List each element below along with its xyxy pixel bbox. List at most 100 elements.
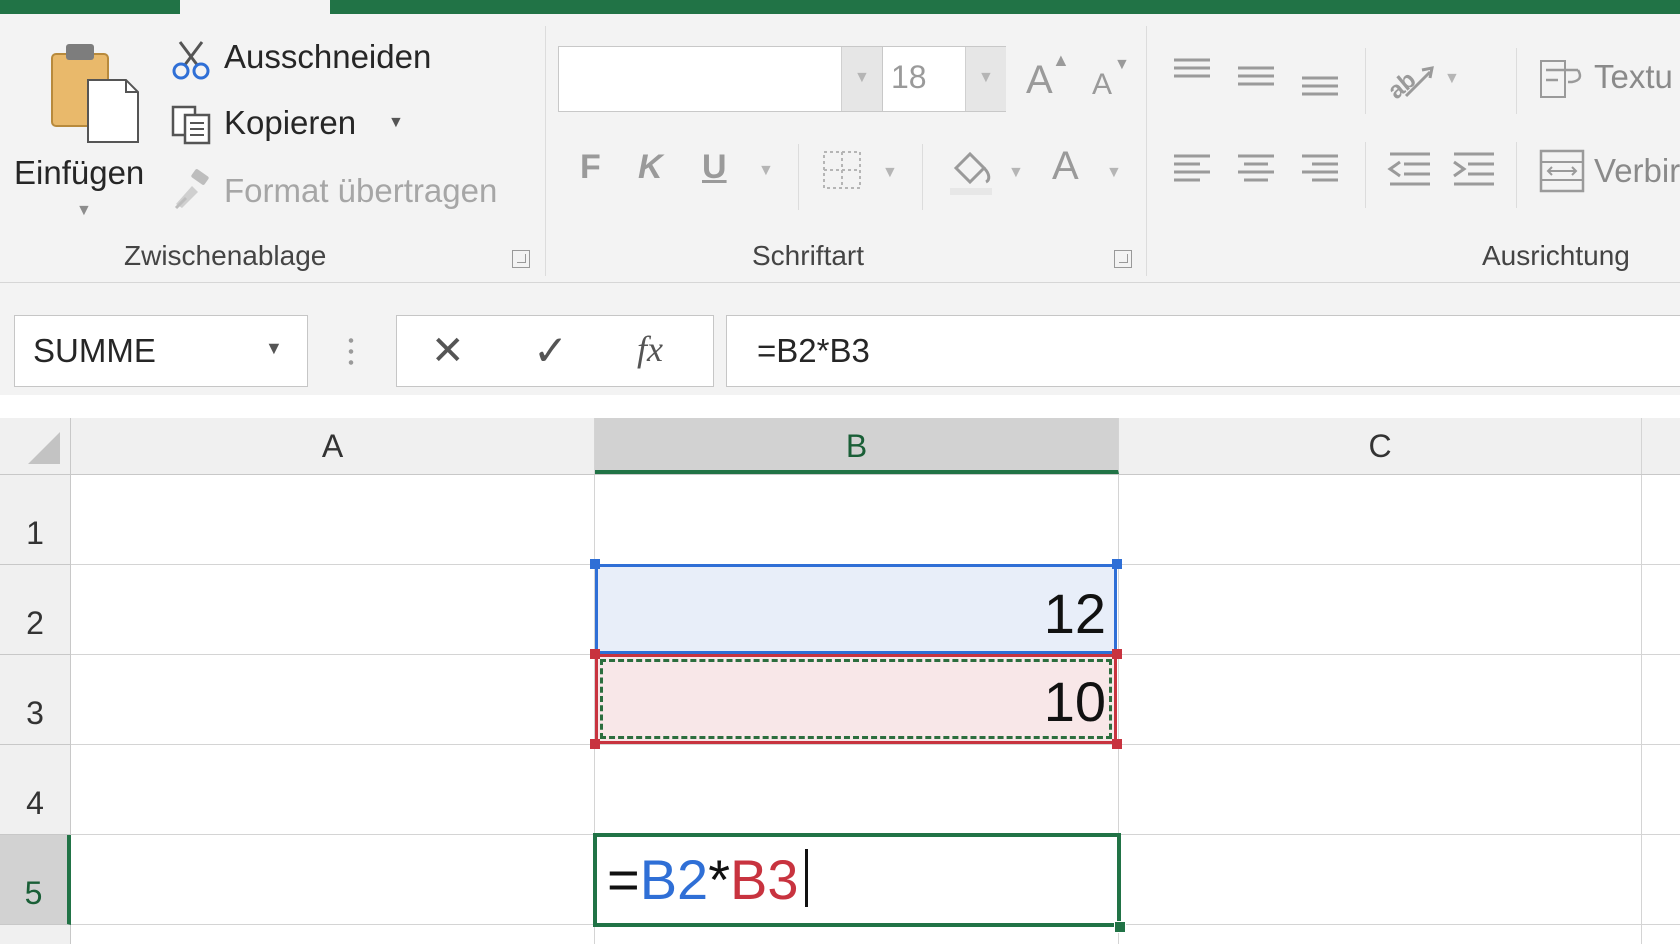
italic-button[interactable]: K bbox=[638, 148, 663, 187]
copy-button[interactable]: Kopieren ▼ bbox=[170, 102, 420, 148]
fill-color-icon[interactable] bbox=[946, 144, 996, 198]
font-color-dropdown-arrow[interactable]: ▼ bbox=[1106, 164, 1122, 182]
shrink-font-icon: A bbox=[1092, 68, 1113, 101]
active-cell-b5[interactable]: =B2*B3 bbox=[593, 833, 1121, 927]
tool-separator bbox=[1365, 48, 1366, 114]
formula-bar-grip-icon[interactable] bbox=[348, 335, 354, 369]
copy-marquee bbox=[600, 659, 1112, 739]
formula-ref-b2: B2 bbox=[639, 848, 709, 911]
row-header-3[interactable]: 3 bbox=[0, 655, 71, 745]
shrink-font-button[interactable]: A ▼ bbox=[1088, 54, 1138, 104]
confirm-entry-button[interactable]: ✓ bbox=[533, 326, 568, 375]
grow-font-button[interactable]: A ▲ bbox=[1022, 50, 1072, 104]
merge-center-label: Verbir bbox=[1594, 152, 1680, 189]
gridline bbox=[71, 744, 1680, 745]
column-header-a[interactable]: A bbox=[71, 418, 595, 474]
underline-dropdown-arrow[interactable]: ▼ bbox=[758, 162, 774, 180]
font-dialog-launcher-icon[interactable] bbox=[1114, 250, 1132, 268]
caret-down-icon: ▼ bbox=[1114, 56, 1130, 73]
group-separator bbox=[1146, 26, 1147, 276]
align-left-icon[interactable] bbox=[1170, 148, 1214, 192]
range-handle[interactable] bbox=[1112, 649, 1122, 659]
clipboard-dialog-launcher-icon[interactable] bbox=[512, 250, 530, 268]
clipboard-group-label: Zwischenablage bbox=[124, 240, 327, 271]
wrap-text-button[interactable]: Textu bbox=[1538, 54, 1680, 104]
grow-font-icon: A bbox=[1026, 58, 1053, 102]
paste-dropdown-arrow[interactable]: ▼ bbox=[76, 202, 92, 220]
select-all-button[interactable] bbox=[0, 418, 71, 474]
fill-handle[interactable] bbox=[1114, 921, 1126, 933]
font-size-value: 18 bbox=[891, 59, 927, 95]
select-all-triangle-icon bbox=[28, 432, 60, 464]
formula-ref-b3: B3 bbox=[730, 848, 799, 911]
tool-separator bbox=[798, 144, 799, 210]
tool-separator bbox=[1516, 48, 1517, 114]
row-header-6[interactable] bbox=[0, 925, 71, 944]
wrap-text-label: Textu bbox=[1594, 58, 1673, 95]
underline-button[interactable]: U bbox=[702, 148, 727, 187]
formula-buttons-box: ✕ ✓ fx bbox=[396, 315, 714, 387]
borders-dropdown-arrow[interactable]: ▼ bbox=[882, 164, 898, 182]
borders-icon[interactable] bbox=[820, 148, 864, 192]
font-size-dropdown[interactable]: ▼ bbox=[965, 47, 1006, 111]
chevron-down-icon: ▼ bbox=[978, 69, 994, 86]
active-ribbon-tab[interactable] bbox=[180, 0, 330, 14]
chevron-down-icon: ▼ bbox=[854, 69, 870, 86]
align-center-icon[interactable] bbox=[1234, 148, 1278, 192]
insert-function-button[interactable]: fx bbox=[637, 328, 663, 370]
range-handle[interactable] bbox=[590, 559, 600, 569]
orientation-dropdown-arrow[interactable]: ▼ bbox=[1444, 70, 1460, 88]
cell-b2-value: 12 bbox=[1043, 582, 1106, 645]
column-header-c[interactable]: C bbox=[1119, 418, 1642, 474]
copy-icon bbox=[171, 105, 211, 145]
decrease-indent-icon[interactable] bbox=[1386, 148, 1434, 192]
formula-input[interactable]: =B2*B3 bbox=[726, 315, 1680, 387]
column-header-d[interactable] bbox=[1642, 418, 1680, 474]
range-handle[interactable] bbox=[590, 739, 600, 749]
merge-center-button[interactable]: Verbir bbox=[1538, 144, 1680, 198]
cancel-entry-button[interactable]: ✕ bbox=[431, 328, 465, 374]
name-box[interactable]: SUMME ▼ bbox=[14, 315, 308, 387]
fill-color-dropdown-arrow[interactable]: ▼ bbox=[1008, 164, 1024, 182]
font-group-label: Schriftart bbox=[752, 240, 865, 271]
copy-label: Kopieren bbox=[224, 104, 357, 141]
wrap-text-icon bbox=[1540, 60, 1582, 98]
align-bottom-icon[interactable] bbox=[1298, 54, 1342, 98]
column-header-row: A B C bbox=[0, 418, 1680, 475]
row-header-2[interactable]: 2 bbox=[0, 565, 71, 655]
caret-up-icon: ▲ bbox=[1052, 50, 1070, 70]
gridline bbox=[1641, 475, 1642, 944]
merge-center-icon bbox=[1539, 149, 1585, 193]
orientation-icon[interactable]: ab bbox=[1386, 54, 1436, 102]
name-box-dropdown-icon[interactable]: ▼ bbox=[265, 338, 283, 359]
align-middle-icon[interactable] bbox=[1234, 54, 1278, 98]
align-right-icon[interactable] bbox=[1298, 148, 1342, 192]
range-handle[interactable] bbox=[590, 649, 600, 659]
formula-text: =B2*B3 bbox=[757, 332, 870, 369]
column-header-b[interactable]: B bbox=[595, 418, 1119, 474]
align-top-icon[interactable] bbox=[1170, 54, 1214, 98]
range-handle[interactable] bbox=[1112, 559, 1122, 569]
font-name-combo[interactable]: ▼ bbox=[558, 46, 882, 112]
cell-b2[interactable]: 12 bbox=[595, 564, 1117, 654]
row-header-1[interactable]: 1 bbox=[0, 475, 71, 565]
bold-button[interactable]: F bbox=[580, 148, 601, 187]
increase-indent-icon[interactable] bbox=[1450, 148, 1498, 192]
paste-button[interactable]: Einfügen ▼ bbox=[10, 32, 158, 232]
cell-b3[interactable]: 10 bbox=[595, 654, 1117, 744]
paste-label: Einfügen bbox=[14, 154, 145, 191]
cell-b3-value: 10 bbox=[1043, 670, 1106, 733]
range-handle[interactable] bbox=[1112, 739, 1122, 749]
cut-button[interactable]: Ausschneiden bbox=[170, 36, 470, 82]
font-name-dropdown[interactable]: ▼ bbox=[841, 47, 882, 111]
formula-operator: * bbox=[708, 848, 730, 911]
row-header-5[interactable]: 5 bbox=[0, 835, 71, 925]
cell-edit-text[interactable]: =B2*B3 bbox=[607, 847, 808, 912]
font-size-combo[interactable]: 18 ▼ bbox=[882, 46, 1006, 112]
format-painter-button[interactable]: Format übertragen bbox=[170, 168, 520, 214]
copy-dropdown-arrow[interactable]: ▼ bbox=[388, 114, 404, 132]
font-color-button[interactable]: A bbox=[1052, 144, 1079, 189]
formula-bar-area: SUMME ▼ ✕ ✓ fx =B2*B3 bbox=[0, 283, 1680, 395]
row-header-4[interactable]: 4 bbox=[0, 745, 71, 835]
tool-separator bbox=[922, 144, 923, 210]
